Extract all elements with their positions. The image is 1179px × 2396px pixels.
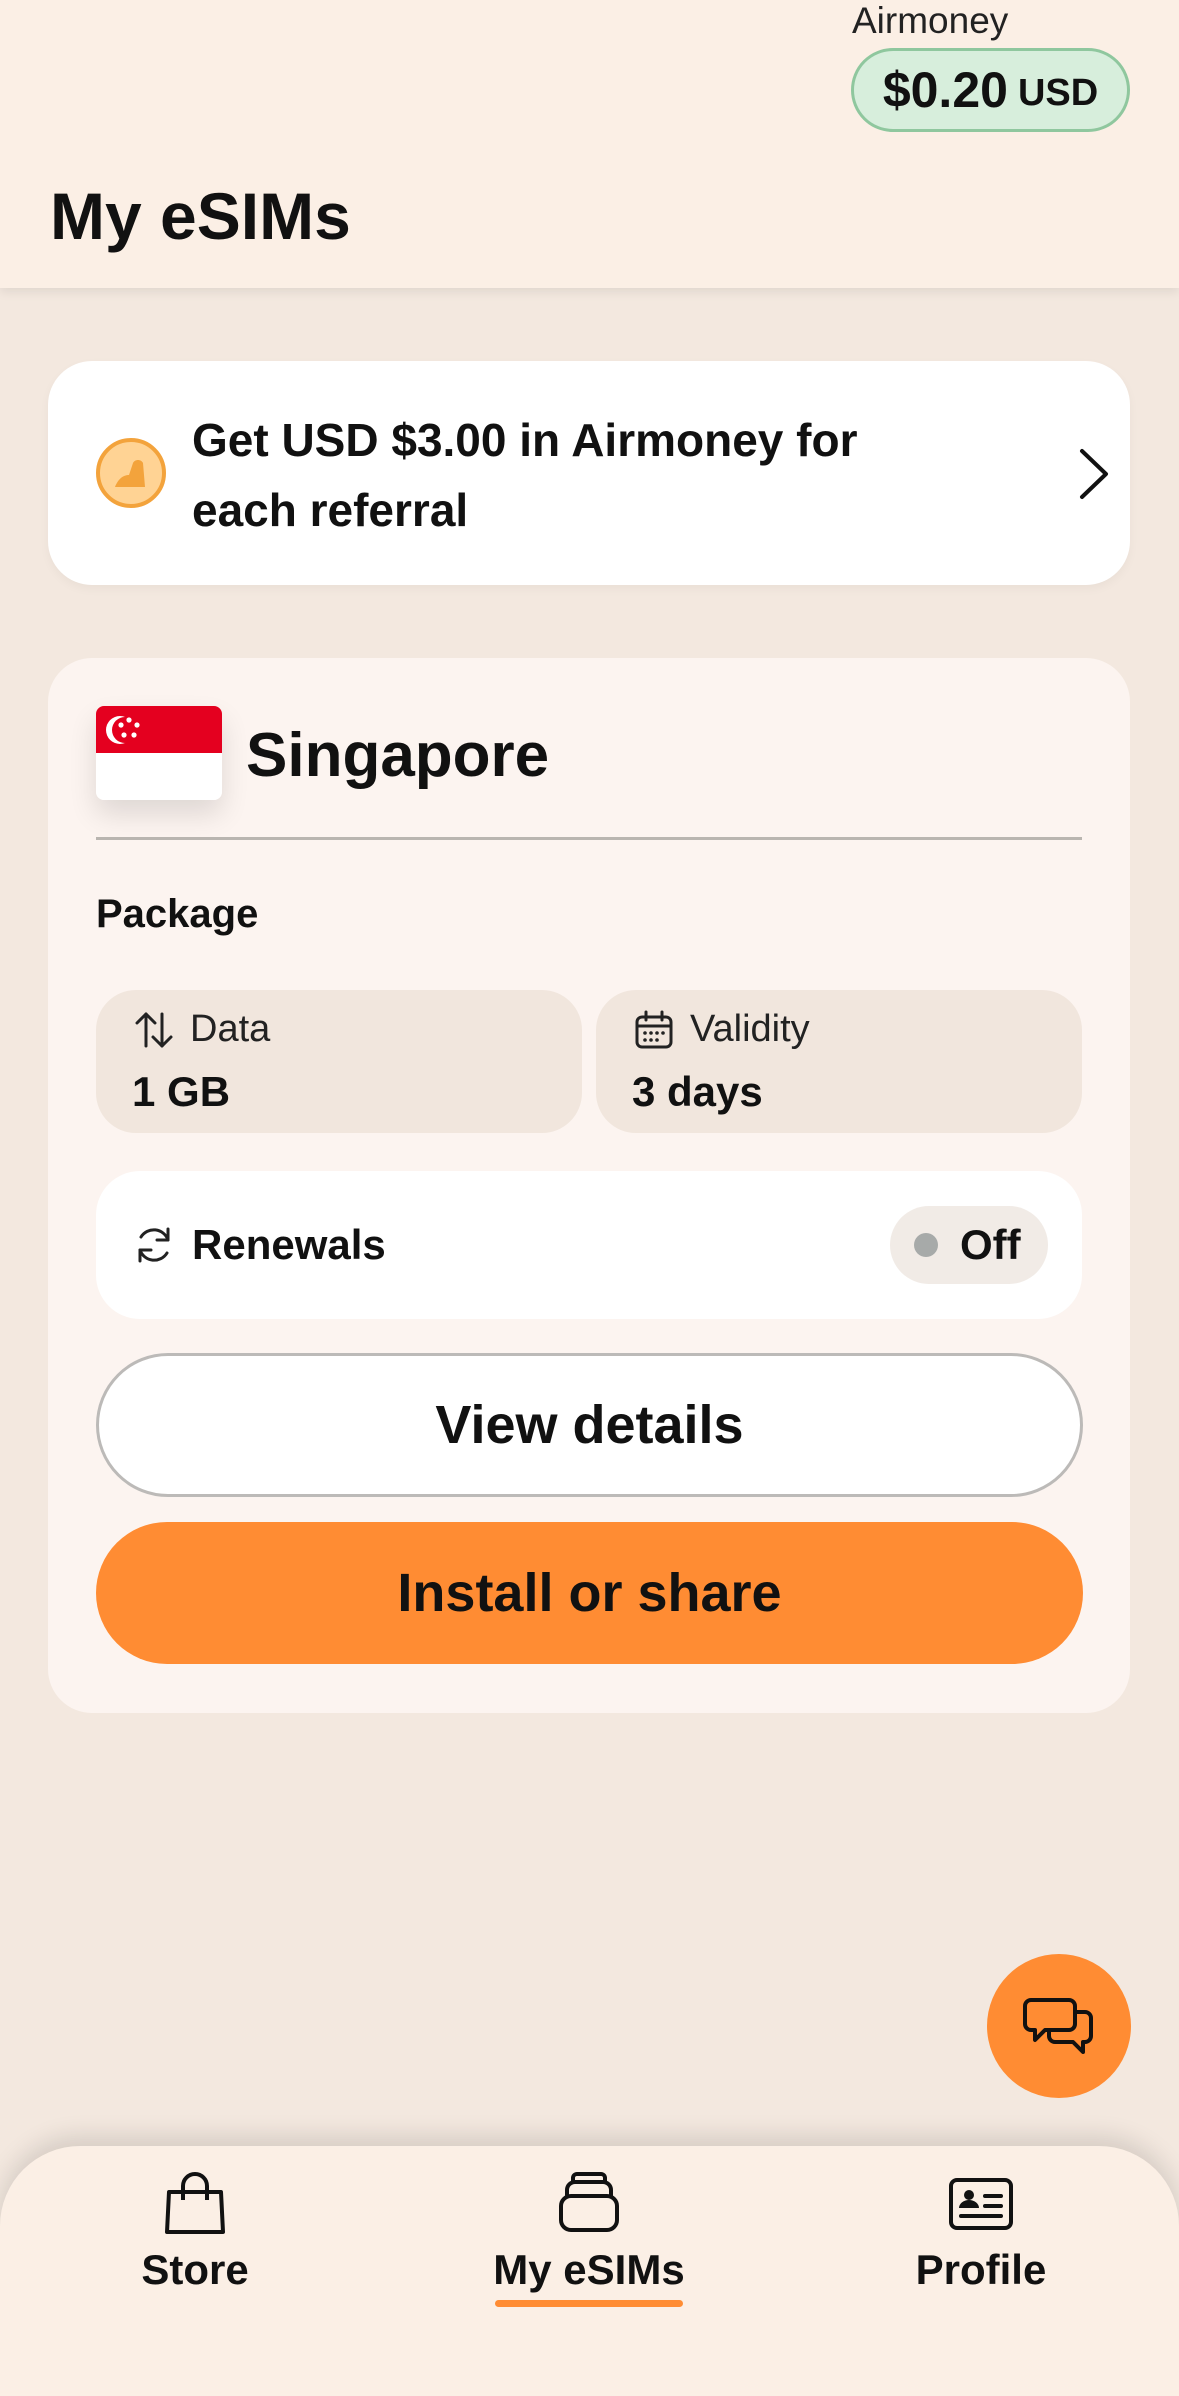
- nav-item-my-esims[interactable]: My eSIMs: [459, 2146, 719, 2307]
- nav-item-profile[interactable]: Profile: [851, 2146, 1111, 2306]
- referral-banner[interactable]: Get USD $3.00 in Airmoney for each refer…: [48, 361, 1130, 585]
- chat-button[interactable]: [987, 1954, 1131, 2098]
- package-heading: Package: [96, 892, 259, 936]
- nav-item-store[interactable]: Store: [65, 2146, 325, 2306]
- renewals-row: Renewals Off: [96, 1171, 1082, 1319]
- shopping-bag-icon: [165, 2172, 225, 2234]
- balance-amount: $0.20: [882, 62, 1008, 118]
- active-tab-indicator: [495, 2300, 683, 2307]
- renewals-label: Renewals: [192, 1221, 386, 1268]
- chat-bubbles-icon: [1023, 1998, 1093, 2054]
- airmoney-label: Airmoney: [852, 0, 1009, 41]
- renewals-state: Off: [960, 1221, 1021, 1268]
- transfer-arrows-icon: [135, 1012, 173, 1048]
- esim-card: Singapore Package Data 1 GB Validity 3 d…: [48, 658, 1130, 1713]
- calendar-icon: [635, 1010, 673, 1049]
- validity-label: Validity: [690, 1008, 810, 1050]
- balance-currency: USD: [1017, 71, 1099, 114]
- divider: [96, 837, 1082, 840]
- data-stat: Data 1 GB: [96, 990, 582, 1133]
- validity-stat: Validity 3 days: [596, 990, 1082, 1133]
- airmoney-balance-badge[interactable]: $0.20 USD: [851, 48, 1130, 132]
- page-title: My eSIMs: [50, 179, 351, 253]
- data-value: 1 GB: [132, 1068, 231, 1115]
- toggle-indicator: [914, 1233, 938, 1257]
- nav-label-profile: Profile: [915, 2246, 1047, 2293]
- chevron-right-icon: [1080, 449, 1108, 499]
- bottom-nav: Store My eSIMs Profile: [0, 2146, 1179, 2396]
- renewals-toggle[interactable]: Off: [890, 1206, 1048, 1284]
- validity-value: 3 days: [632, 1068, 763, 1115]
- view-details-button[interactable]: View details: [96, 1353, 1083, 1497]
- nav-label-store: Store: [141, 2246, 249, 2293]
- nav-label-my-esims: My eSIMs: [493, 2246, 685, 2293]
- sim-stack-icon: [559, 2172, 619, 2232]
- data-label: Data: [190, 1008, 271, 1050]
- install-or-share-button[interactable]: Install or share: [96, 1522, 1083, 1664]
- singapore-flag-icon: [96, 706, 222, 800]
- id-card-icon: [949, 2178, 1013, 2230]
- app-header: Airmoney $0.20 USD My eSIMs: [0, 0, 1179, 288]
- referral-text: Get USD $3.00 in Airmoney for each refer…: [192, 414, 858, 536]
- coin-icon: [96, 438, 166, 508]
- country-name: Singapore: [246, 721, 550, 790]
- refresh-icon: [138, 1227, 170, 1263]
